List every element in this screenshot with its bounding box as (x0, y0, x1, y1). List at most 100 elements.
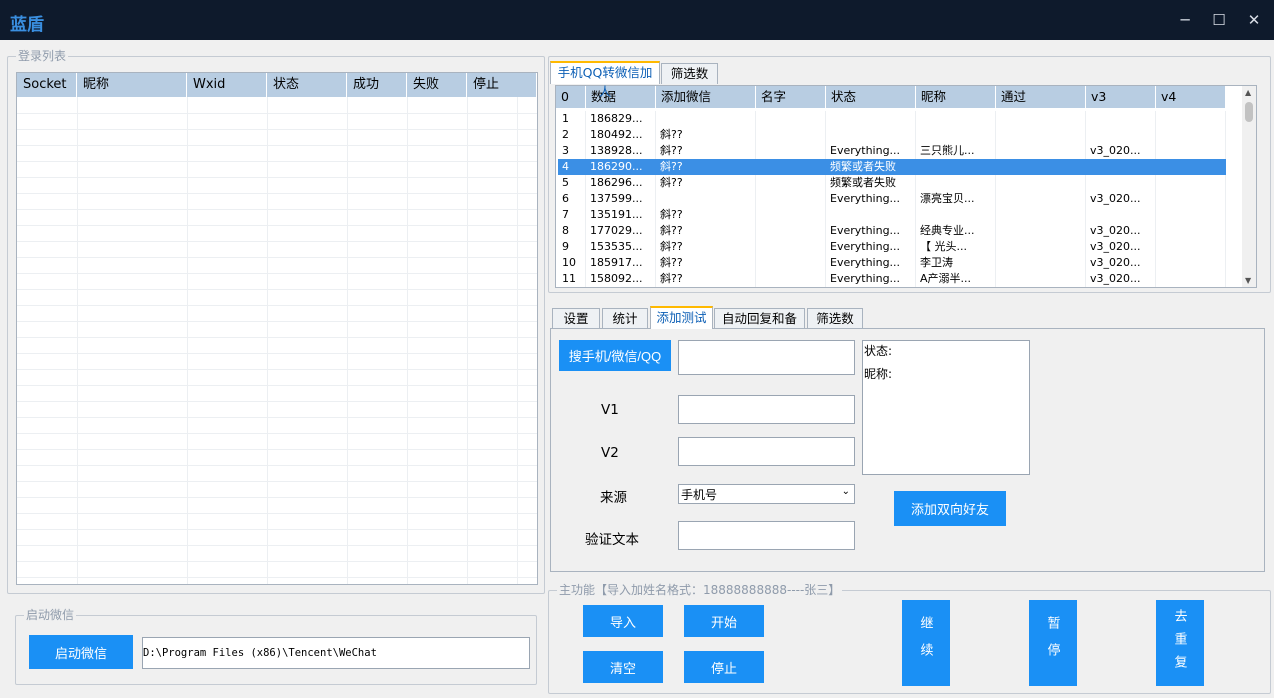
table-cell: 斜?? (656, 271, 756, 287)
source-label: 来源 (600, 490, 627, 506)
grid-hline (17, 257, 537, 258)
tab-settings[interactable]: 设置 (552, 308, 600, 329)
login-grid[interactable]: Socket 昵称 Wxid 状态 成功 失败 停止 (16, 72, 538, 585)
import-button[interactable]: 导入 (583, 605, 663, 637)
search-input[interactable] (678, 340, 855, 375)
table-cell: 158092... (586, 271, 656, 287)
table-cell (1156, 223, 1226, 239)
launch-wechat-group: 启动微信 启动微信 D:\Program Files (x86)\Tencent… (15, 607, 537, 685)
table-row[interactable]: 4 186290... 斜?? 频繁或者失败 (558, 159, 1226, 175)
verify-text-input[interactable] (678, 521, 855, 550)
table-row[interactable]: 7 135191... 斜?? (558, 207, 1226, 223)
table-cell: 频繁或者失败 (826, 175, 916, 191)
table-cell (996, 271, 1086, 287)
table-cell: 11 (558, 271, 586, 287)
tab-qq-to-wechat[interactable]: 手机QQ转微信加人 (550, 61, 660, 99)
tab-statistics[interactable]: 统计 (602, 308, 648, 329)
launch-wechat-button[interactable]: 启动微信 (29, 635, 133, 669)
table-cell (996, 127, 1086, 143)
add-mutual-friend-button[interactable]: 添加双向好友 (894, 491, 1006, 526)
grid-vline (267, 97, 268, 584)
table-cell: 李卫涛 (916, 255, 996, 271)
table-row[interactable]: 10 185917... 斜?? Everything... 李卫涛 v3_020... (558, 255, 1226, 271)
col-nickname[interactable]: 昵称 (77, 73, 187, 97)
continue-button[interactable]: 继续 (902, 600, 950, 686)
tab-auto-reply[interactable]: 自动回复和备注 (714, 308, 805, 345)
data-col-header[interactable]: 添加微信 (656, 86, 756, 108)
source-value: 手机号 (681, 488, 718, 502)
table-cell (996, 111, 1086, 127)
data-col-header[interactable]: 0 (556, 86, 586, 108)
table-cell: Everything... (826, 255, 916, 271)
wechat-path-field[interactable]: D:\Program Files (x86)\Tencent\WeChat (142, 637, 530, 669)
tab-filter-data-top[interactable]: 筛选数据 (661, 63, 718, 100)
data-col-header[interactable]: v4 (1156, 86, 1226, 108)
grid-hline (17, 289, 537, 290)
pause-button[interactable]: 暂停 (1029, 600, 1077, 686)
table-cell (756, 159, 826, 175)
table-row[interactable]: 9 153535... 斜?? Everything... 【 光头... v3_020.… (558, 239, 1226, 255)
col-fail[interactable]: 失败 (407, 73, 467, 97)
data-table[interactable]: 0数据添加微信名字状态昵称通过v3v4 1186829...2180492...… (555, 85, 1257, 288)
data-col-header[interactable]: 数据 (586, 86, 656, 108)
scroll-thumb[interactable] (1245, 102, 1253, 122)
table-row[interactable]: 5 186296... 斜?? 频繁或者失败 (558, 175, 1226, 191)
grid-vline (517, 97, 518, 584)
dedupe-button[interactable]: 去重复 (1156, 600, 1204, 686)
grid-hline (17, 113, 537, 114)
table-cell: 5 (558, 175, 586, 191)
data-col-header[interactable]: 状态 (826, 86, 916, 108)
table-cell: 8 (558, 223, 586, 239)
grid-hline (17, 433, 537, 434)
grid-hline (17, 529, 537, 530)
main-function-group: 主功能【导入加姓名格式：18888888888----张三】 导入 开始 清空 … (548, 582, 1271, 694)
table-cell (996, 239, 1086, 255)
maximize-icon[interactable]: ☐ (1204, 8, 1234, 32)
table-row[interactable]: 11 158092... 斜?? Everything... A产溺半... v3_020… (558, 271, 1226, 287)
table-cell (1156, 191, 1226, 207)
table-cell: 斜?? (656, 207, 756, 223)
table-cell (996, 255, 1086, 271)
scroll-up-icon[interactable]: ▲ (1245, 88, 1251, 97)
tab-filter-data[interactable]: 筛选数据 (807, 308, 863, 345)
table-cell: 2 (558, 127, 586, 143)
col-stop[interactable]: 停止 (467, 73, 537, 97)
grid-vline (187, 97, 188, 584)
data-col-header[interactable]: 昵称 (916, 86, 996, 108)
close-icon[interactable]: ✕ (1239, 8, 1269, 32)
col-wxid[interactable]: Wxid (187, 73, 267, 97)
col-socket[interactable]: Socket (17, 73, 77, 97)
table-row[interactable]: 2 180492... 斜?? (558, 127, 1226, 143)
grid-hline (17, 417, 537, 418)
table-row[interactable]: 8 177029... 斜?? Everything... 经典专业... v3_020.… (558, 223, 1226, 239)
table-cell: 135191... (586, 207, 656, 223)
chevron-down-icon[interactable]: ⌄ (842, 486, 850, 497)
table-row[interactable]: 1 186829... (558, 111, 1226, 127)
table-cell (916, 175, 996, 191)
minimize-icon[interactable]: ─ (1170, 8, 1200, 32)
source-select[interactable]: 手机号 ⌄ (678, 484, 855, 504)
data-col-header[interactable]: v3 (1086, 86, 1156, 108)
col-status[interactable]: 状态 (267, 73, 347, 97)
start-button[interactable]: 开始 (684, 605, 764, 637)
grid-hline (17, 129, 537, 130)
col-success[interactable]: 成功 (347, 73, 407, 97)
table-row[interactable]: 3 138928... 斜?? Everything... 三只熊儿... v3_020.… (558, 143, 1226, 159)
stop-button[interactable]: 停止 (684, 651, 764, 683)
grid-hline (17, 193, 537, 194)
tab-add-test[interactable]: 添加测试 (650, 306, 713, 329)
table-cell (756, 255, 826, 271)
data-table-scrollbar[interactable]: ▲ ▼ (1242, 86, 1256, 287)
grid-hline (17, 449, 537, 450)
clear-button[interactable]: 清空 (583, 651, 663, 683)
data-col-header[interactable]: 通过 (996, 86, 1086, 108)
v2-input[interactable] (678, 437, 855, 466)
table-cell: Everything... (826, 143, 916, 159)
scroll-down-icon[interactable]: ▼ (1245, 276, 1251, 285)
search-phone-button[interactable]: 搜手机/微信/QQ (559, 340, 671, 371)
grid-hline (17, 305, 537, 306)
table-cell (1156, 175, 1226, 191)
v1-input[interactable] (678, 395, 855, 424)
table-row[interactable]: 6 137599... Everything... 漂亮宝贝... v3_020... (558, 191, 1226, 207)
data-col-header[interactable]: 名字 (756, 86, 826, 108)
